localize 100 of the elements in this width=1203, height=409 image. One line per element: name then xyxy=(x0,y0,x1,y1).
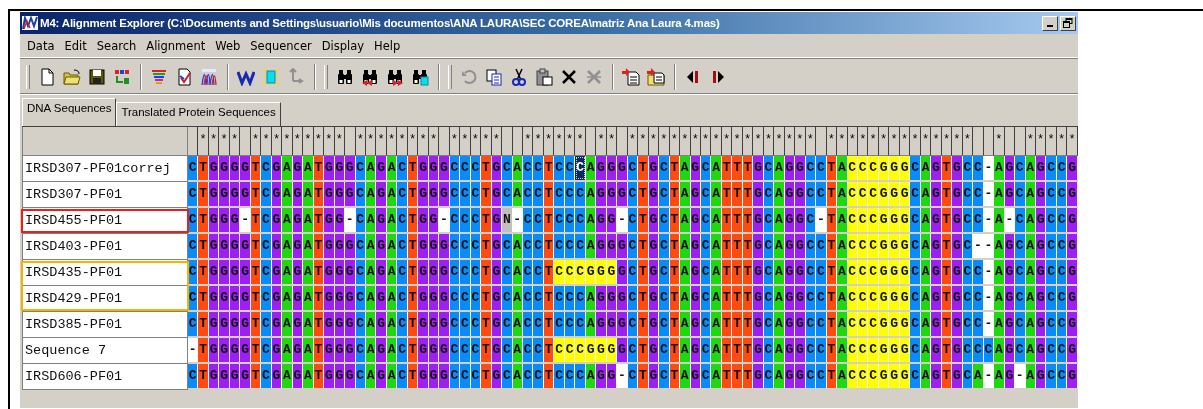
conservation-mark: * xyxy=(763,127,775,156)
base-cell: G xyxy=(753,182,764,206)
restore-button[interactable] xyxy=(1060,15,1076,31)
base-cell: A xyxy=(837,286,848,310)
base-cell: C xyxy=(1046,208,1057,232)
base-cell: A xyxy=(303,234,314,258)
base-cell: G xyxy=(952,182,963,206)
highlight-marker-icon[interactable] xyxy=(261,68,280,86)
conservation-mark: * xyxy=(219,127,230,156)
base-cell: C xyxy=(659,182,670,206)
base-cell: A xyxy=(837,208,848,232)
base-cell: A xyxy=(680,182,691,206)
base-cell: C xyxy=(261,156,272,180)
base-cell: G xyxy=(439,234,450,258)
color-lines-icon[interactable] xyxy=(149,68,168,86)
tab[interactable]: Translated Protein Sequences xyxy=(116,102,281,126)
menu-item[interactable]: Display xyxy=(320,36,366,55)
tab[interactable]: DNA Sequences xyxy=(22,98,117,126)
base-cell: T xyxy=(638,156,649,180)
document-arrow-icon[interactable] xyxy=(621,68,640,86)
base-cell: A xyxy=(1025,364,1036,388)
base-cell: A xyxy=(973,364,984,388)
sequence-name[interactable]: IRSD385-PF01 xyxy=(22,312,188,338)
base-cell: G xyxy=(219,208,230,232)
binoculars-left-icon[interactable] xyxy=(360,68,379,86)
base-cell: G xyxy=(931,156,942,180)
base-cell: G xyxy=(931,208,942,232)
gap-cell: - xyxy=(188,338,199,362)
conservation-mark: * xyxy=(795,127,806,156)
base-cell: C xyxy=(1015,234,1026,258)
base-cell: A xyxy=(774,312,785,336)
base-cell: G xyxy=(931,338,942,362)
base-cell: G xyxy=(376,286,387,310)
base-cell: A xyxy=(1025,234,1036,258)
folder-arrow-icon[interactable] xyxy=(646,68,665,86)
base-cell: A xyxy=(711,364,722,388)
base-cell: T xyxy=(198,312,209,336)
minimize-button[interactable] xyxy=(1042,15,1058,31)
conservation-mark: * xyxy=(920,127,932,156)
base-cell: G xyxy=(596,234,607,258)
base-cell: G xyxy=(952,338,963,362)
base-cell: C xyxy=(1046,182,1057,206)
base-cell: G xyxy=(889,208,900,232)
delete-icon[interactable] xyxy=(559,68,578,86)
conservation-mark: * xyxy=(1056,127,1068,156)
base-cell: G xyxy=(324,260,335,284)
base-cell: C xyxy=(460,208,471,232)
menu-item[interactable]: Sequencer xyxy=(249,36,313,55)
base-cell: T xyxy=(732,260,743,284)
base-cell: C xyxy=(659,338,670,362)
gap-cell: - xyxy=(983,364,995,388)
binoculars-right-icon[interactable] xyxy=(385,68,404,86)
base-cell: A xyxy=(1025,260,1036,284)
base-cell: C xyxy=(816,364,827,388)
base-cell: G xyxy=(439,364,450,388)
base-cell: G xyxy=(1067,338,1078,362)
binoculars-marker-icon[interactable] xyxy=(410,68,429,86)
base-cell: A xyxy=(282,156,293,180)
sequence-name[interactable]: IRSD606-PF01 xyxy=(22,364,188,390)
base-cell: G xyxy=(795,364,806,388)
base-cell: G xyxy=(376,182,387,206)
conservation-mark: * xyxy=(690,127,701,156)
save-icon[interactable] xyxy=(87,68,106,86)
base-cell: G xyxy=(240,234,251,258)
base-cell: T xyxy=(669,182,681,206)
paste-icon[interactable] xyxy=(534,68,553,86)
base-cell: A xyxy=(303,260,314,284)
conservation-mark: * xyxy=(428,127,440,156)
cut-icon[interactable] xyxy=(509,68,528,86)
menu-item[interactable]: Help xyxy=(373,36,402,55)
sequence-name[interactable]: IRSD435-PF01 xyxy=(22,260,188,286)
menu-item[interactable]: Alignment xyxy=(145,36,207,55)
sequence-name[interactable]: IRSD403-PF01 xyxy=(22,234,188,260)
base-cell: C xyxy=(502,156,513,180)
menu-item[interactable]: Edit xyxy=(63,36,88,55)
base-cell: A xyxy=(282,364,293,388)
open-folder-icon[interactable] xyxy=(62,68,81,86)
chromatogram-icon[interactable] xyxy=(199,68,218,86)
menu-item[interactable]: Search xyxy=(95,36,138,55)
base-cell: A xyxy=(711,338,722,362)
translate-icon[interactable] xyxy=(112,68,131,86)
base-cell: C xyxy=(261,260,272,284)
binoculars-icon[interactable] xyxy=(335,68,354,86)
base-cell: G xyxy=(690,208,701,232)
zigzag-icon[interactable] xyxy=(236,68,255,86)
base-cell: G xyxy=(1067,182,1078,206)
menu-item[interactable]: Web xyxy=(214,36,242,55)
base-cell: C xyxy=(816,156,827,180)
base-cell: G xyxy=(240,364,251,388)
copy-icon[interactable] xyxy=(484,68,503,86)
sequence-name[interactable]: IRSD307-PF01 xyxy=(22,182,188,208)
base-cell: A xyxy=(711,234,722,258)
sequence-name[interactable]: IRSD429-PF01 xyxy=(22,286,188,312)
base-cell: A xyxy=(774,182,785,206)
base-cell: G xyxy=(1067,208,1078,232)
sequence-name[interactable]: IRSD307-PF01correj xyxy=(22,156,188,182)
gap-cell: - xyxy=(816,208,827,232)
base-cell: A xyxy=(680,156,691,180)
menu-item[interactable]: Data xyxy=(26,36,56,55)
sequence-name[interactable]: Sequence 7 xyxy=(22,338,188,364)
